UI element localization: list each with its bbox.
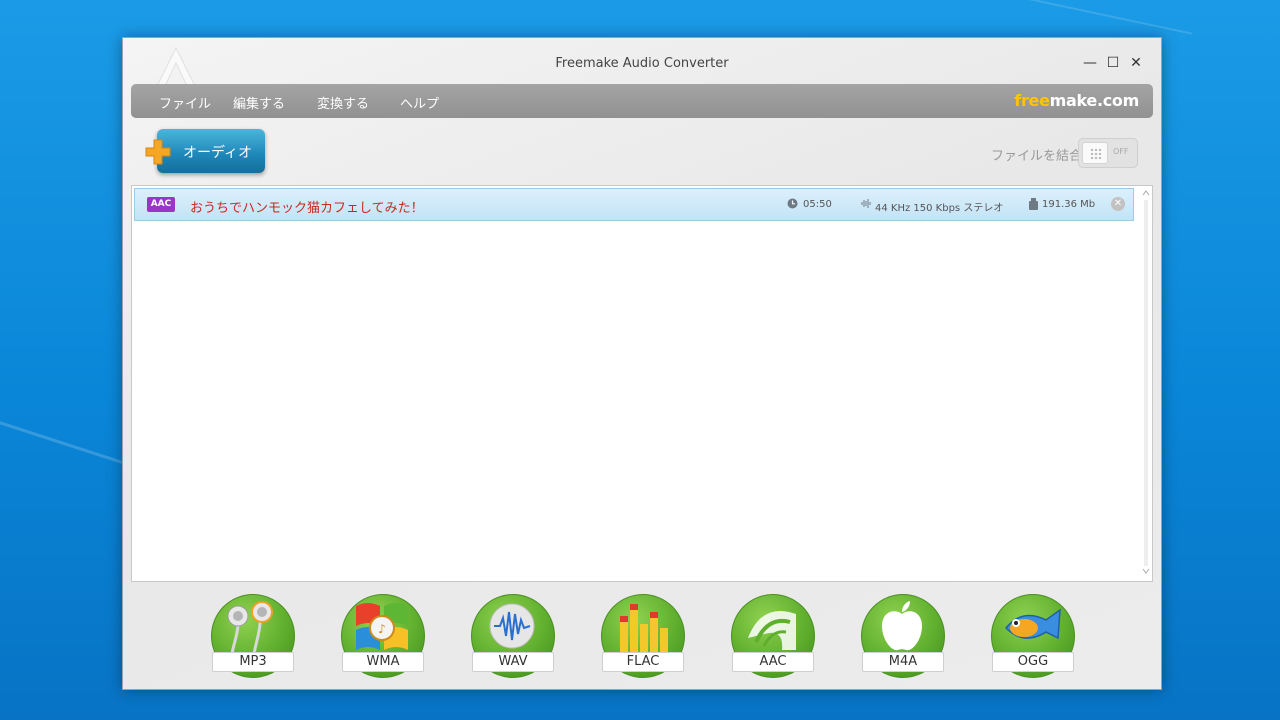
earphones-icon — [227, 601, 273, 654]
svg-text:♪: ♪ — [378, 622, 386, 636]
add-audio-label: オーディオ — [183, 145, 253, 161]
format-bar: MP3 ♪ WMA WAV FLAC AAC M4A OGG — [123, 594, 1161, 684]
menu-bar: ファイル 編集する 変換する ヘルプ freemake.com — [131, 84, 1153, 118]
menu-convert[interactable]: 変換する — [317, 93, 369, 112]
format-button-ogg[interactable]: OGG — [991, 594, 1075, 678]
toggle-knob — [1082, 142, 1108, 164]
file-audio-info: 44 KHz 150 Kbps ステレオ — [875, 203, 1004, 214]
file-row[interactable]: AAC おうちでハンモック猫カフェしてみた！ 05:50 44 KHz 150 … — [134, 188, 1134, 221]
brand-free-text: free — [1014, 91, 1050, 110]
audio-wave-icon — [861, 199, 871, 208]
format-button-mp3[interactable]: MP3 — [211, 594, 295, 678]
maximize-button[interactable]: ☐ — [1104, 55, 1122, 71]
desktop-light-ray — [507, 0, 1193, 35]
format-button-flac[interactable]: FLAC — [601, 594, 685, 678]
format-button-aac[interactable]: AAC — [731, 594, 815, 678]
sound-wave-icon — [489, 603, 535, 649]
join-files-label: ファイルを結合 — [991, 149, 1083, 164]
brand-domain-text: make.com — [1049, 91, 1140, 110]
format-label: M4A — [862, 652, 944, 672]
apple-icon — [882, 601, 922, 651]
aac-logo-icon — [748, 611, 796, 650]
format-label: FLAC — [602, 652, 684, 672]
window-title: Freemake Audio Converter — [555, 56, 729, 71]
windows-media-icon: ♪ — [356, 603, 408, 650]
scroll-up-icon[interactable] — [1142, 190, 1150, 196]
file-size-icon — [1029, 198, 1038, 210]
grip-icon — [1090, 148, 1102, 159]
format-label: WAV — [472, 652, 554, 672]
scrollbar[interactable] — [1142, 190, 1150, 575]
join-files-toggle[interactable]: OFF — [1078, 138, 1138, 168]
format-badge: AAC — [147, 197, 175, 212]
remove-file-icon[interactable]: ✕ — [1111, 197, 1125, 211]
format-label: AAC — [732, 652, 814, 672]
format-button-m4a[interactable]: M4A — [861, 594, 945, 678]
brand-link[interactable]: freemake.com — [1014, 91, 1139, 110]
file-title: おうちでハンモック猫カフェしてみた！ — [190, 201, 424, 216]
format-label: OGG — [992, 652, 1074, 672]
toggle-state: OFF — [1113, 147, 1129, 156]
file-size: 191.36 Mb — [1042, 199, 1096, 210]
file-list: AAC おうちでハンモック猫カフェしてみた！ 05:50 44 KHz 150 … — [131, 185, 1153, 582]
minimize-button[interactable]: — — [1081, 55, 1099, 71]
fish-icon — [1004, 608, 1061, 640]
menu-help[interactable]: ヘルプ — [400, 93, 439, 112]
plus-icon — [145, 139, 171, 165]
format-label: MP3 — [212, 652, 294, 672]
menu-file[interactable]: ファイル — [159, 93, 211, 112]
scroll-track[interactable] — [1144, 200, 1148, 566]
scroll-down-icon[interactable] — [1142, 568, 1150, 574]
format-button-wma[interactable]: ♪ WMA — [341, 594, 425, 678]
format-button-wav[interactable]: WAV — [471, 594, 555, 678]
clock-icon — [787, 198, 798, 209]
format-label: WMA — [342, 652, 424, 672]
file-duration: 05:50 — [803, 199, 832, 210]
add-audio-button[interactable]: オーディオ — [157, 129, 265, 173]
close-button[interactable]: ✕ — [1127, 55, 1145, 71]
app-window: Freemake Audio Converter — ☐ ✕ ファイル 編集する… — [122, 37, 1162, 690]
menu-edit[interactable]: 編集する — [233, 93, 285, 112]
equalizer-icon — [620, 604, 668, 652]
